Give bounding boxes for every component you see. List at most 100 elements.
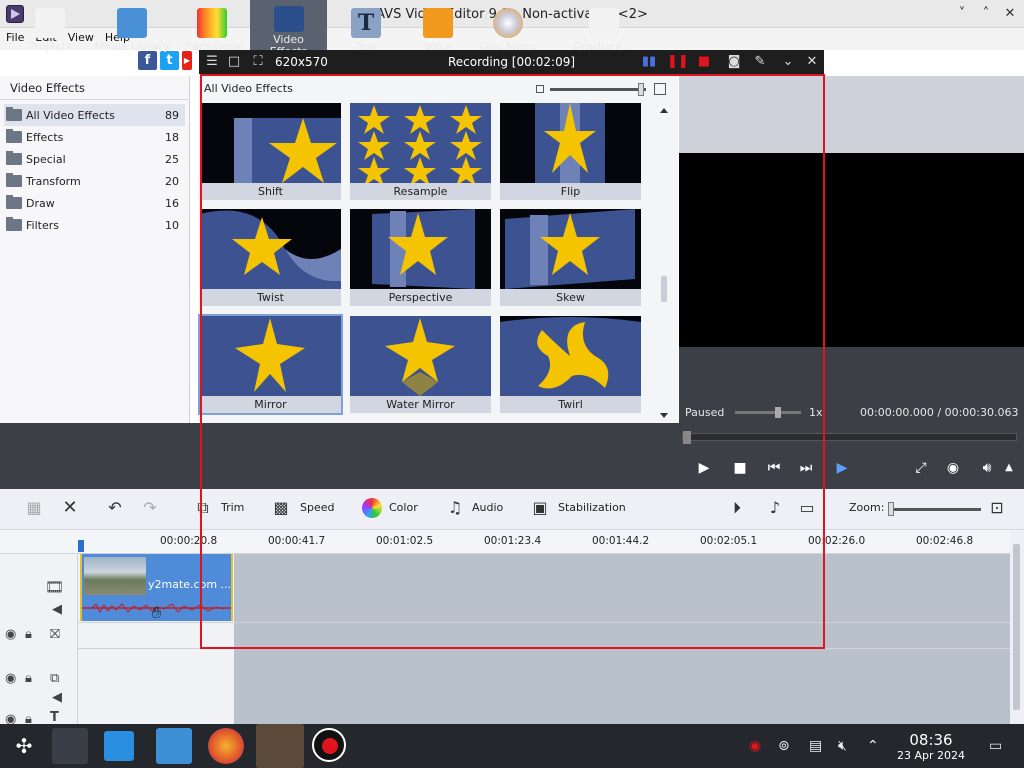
category-label: Effects bbox=[26, 130, 64, 144]
film-strip-icon bbox=[117, 8, 147, 38]
slider-handle[interactable] bbox=[638, 83, 644, 96]
thumbnail-size-slider[interactable] bbox=[536, 83, 666, 96]
volume-muted-tray-icon[interactable]: 🔇︎ bbox=[838, 738, 847, 754]
zoom-slider-handle[interactable] bbox=[888, 502, 894, 516]
split-screen-icon[interactable]: ▶ bbox=[833, 460, 851, 476]
effect-label: Shift bbox=[257, 185, 283, 198]
close-button[interactable]: ✕ bbox=[1001, 5, 1019, 23]
stabilization-button[interactable]: Stabilization bbox=[558, 501, 626, 514]
app-launcher-icon[interactable]: ✣ bbox=[6, 728, 42, 764]
category-label: Filters bbox=[26, 218, 59, 232]
category-special[interactable]: Special 25 bbox=[4, 148, 185, 170]
undo-icon[interactable]: ↶ bbox=[104, 498, 126, 518]
stabilization-icon[interactable]: ▣ bbox=[529, 498, 551, 518]
zoom-slider[interactable] bbox=[888, 508, 981, 511]
gallery-scrollbar[interactable] bbox=[658, 104, 672, 422]
stop-icon[interactable]: ■ bbox=[731, 460, 749, 476]
color-wheel-icon[interactable] bbox=[362, 498, 382, 518]
effect-resample[interactable]: Resample bbox=[350, 103, 491, 200]
delete-icon[interactable]: ✕ bbox=[59, 498, 81, 518]
effect-shift[interactable]: Shift bbox=[200, 103, 341, 200]
recording-tray-icon[interactable]: ◉ bbox=[749, 738, 761, 754]
firefox-icon[interactable] bbox=[208, 728, 244, 764]
scroll-up-icon[interactable] bbox=[660, 108, 668, 113]
music-note-icon[interactable]: ♫ bbox=[444, 498, 466, 518]
ruler-tick: 00:00:41.7 bbox=[268, 535, 326, 547]
folder-icon bbox=[6, 217, 22, 231]
previous-frame-icon[interactable]: ⏮ bbox=[765, 460, 783, 476]
lock-icon[interactable]: 🔒︎ bbox=[25, 671, 32, 686]
speed-button[interactable]: Speed bbox=[300, 501, 334, 514]
snapshot-icon[interactable]: ◉ bbox=[944, 460, 962, 476]
stop-recording-icon[interactable]: ■ bbox=[696, 54, 712, 70]
audio-button[interactable]: Audio bbox=[472, 501, 503, 514]
eye-icon[interactable]: ◉ bbox=[5, 671, 16, 686]
taskbar-clock[interactable]: 08:36 23 Apr 2024 bbox=[895, 731, 967, 762]
effect-thumbnail bbox=[350, 103, 491, 183]
play-icon[interactable]: ▶ bbox=[695, 460, 713, 476]
effect-skew[interactable]: Skew bbox=[500, 209, 641, 306]
freeze-frame-icon[interactable]: ⏵ bbox=[726, 498, 748, 518]
collapse-icon[interactable]: ⌄ bbox=[780, 54, 796, 70]
storyboard-icon[interactable]: ▦ bbox=[23, 498, 45, 518]
effect-label: Flip bbox=[560, 185, 581, 198]
volume-icon[interactable]: 🔊︎ bbox=[978, 460, 996, 476]
effect-water-mirror[interactable]: Water Mirror bbox=[350, 316, 491, 413]
show-hidden-icons-icon[interactable]: ⌃ bbox=[867, 738, 879, 754]
fullscreen-icon[interactable]: ⤢ bbox=[912, 460, 930, 476]
disc-icon bbox=[493, 8, 523, 38]
audio-track-icon[interactable]: ◀ bbox=[52, 602, 62, 617]
camera-icon[interactable]: ◙ bbox=[726, 54, 742, 70]
minimize-button[interactable]: ˅ bbox=[953, 5, 971, 23]
redo-icon[interactable]: ↷ bbox=[139, 498, 161, 518]
effect-twist[interactable]: Twist bbox=[200, 209, 341, 306]
effect-perspective[interactable]: Perspective bbox=[350, 209, 491, 306]
show-desktop-icon[interactable]: ▭ bbox=[989, 738, 1002, 754]
scroll-down-icon[interactable] bbox=[660, 413, 668, 418]
effect-flip[interactable]: Flip bbox=[500, 103, 641, 200]
track-divider bbox=[78, 622, 1010, 623]
ruler-tick: 00:02:05.1 bbox=[700, 535, 758, 547]
star-effects-icon bbox=[273, 6, 304, 32]
fit-timeline-icon[interactable]: ⊡ bbox=[986, 498, 1008, 518]
scroll-thumb[interactable] bbox=[1013, 544, 1020, 710]
monitor-icon[interactable]: ▭ bbox=[796, 498, 818, 518]
trim-icon[interactable]: ⧉ bbox=[192, 498, 214, 518]
speed-icon[interactable]: ▩ bbox=[270, 498, 292, 518]
maximize-button[interactable]: ˄ bbox=[977, 5, 995, 23]
eye-icon[interactable]: ◉ bbox=[5, 627, 16, 642]
playback-speed-slider[interactable] bbox=[735, 407, 801, 418]
effect-twirl[interactable]: Twirl bbox=[500, 316, 641, 413]
clipboard-tray-icon[interactable]: ▤ bbox=[809, 738, 822, 754]
category-draw[interactable]: Draw 16 bbox=[4, 192, 185, 214]
category-filters[interactable]: Filters 10 bbox=[4, 214, 185, 236]
settings-sliders-icon[interactable] bbox=[52, 728, 88, 764]
effect-mirror[interactable]: Mirror bbox=[198, 314, 343, 415]
network-tray-icon[interactable]: ⊚ bbox=[778, 738, 790, 754]
color-button[interactable]: Color bbox=[389, 501, 418, 514]
store-icon[interactable] bbox=[104, 731, 134, 761]
playhead-marker[interactable] bbox=[78, 540, 84, 552]
scroll-thumb[interactable] bbox=[661, 276, 667, 302]
pause-recording-icon[interactable]: ❚❚ bbox=[667, 54, 689, 70]
timeline-scrollbar[interactable] bbox=[1010, 530, 1024, 724]
close-recorder-icon[interactable]: ✕ bbox=[804, 54, 820, 70]
file-manager-icon[interactable] bbox=[156, 728, 192, 764]
next-frame-icon[interactable]: ⏭ bbox=[797, 460, 815, 476]
audio-mixer-icon[interactable]: ♪ bbox=[764, 498, 786, 518]
category-all-video-effects[interactable]: All Video Effects 89 bbox=[4, 104, 185, 126]
lock-icon[interactable]: 🔒︎ bbox=[25, 627, 32, 642]
expand-up-icon[interactable]: ▲ bbox=[1000, 460, 1018, 476]
category-effects[interactable]: Effects 18 bbox=[4, 126, 185, 148]
avs-taskbar-icon[interactable] bbox=[256, 724, 304, 768]
media-library-button[interactable]: Media Library bbox=[94, 0, 170, 66]
category-transform[interactable]: Transform 20 bbox=[4, 170, 185, 192]
pen-icon[interactable]: ✎ bbox=[752, 54, 768, 70]
playback-time: 00:00:00.000 / 00:00:30.063 bbox=[860, 406, 1019, 419]
playback-position-slider[interactable] bbox=[682, 431, 1017, 444]
trim-button[interactable]: Trim bbox=[221, 501, 244, 514]
ruler-tick: 00:01:44.2 bbox=[592, 535, 650, 547]
projects-button[interactable]: Projects bbox=[20, 0, 80, 66]
clapperboard-icon bbox=[35, 8, 65, 38]
audio-track-icon[interactable]: ◀ bbox=[52, 690, 62, 705]
